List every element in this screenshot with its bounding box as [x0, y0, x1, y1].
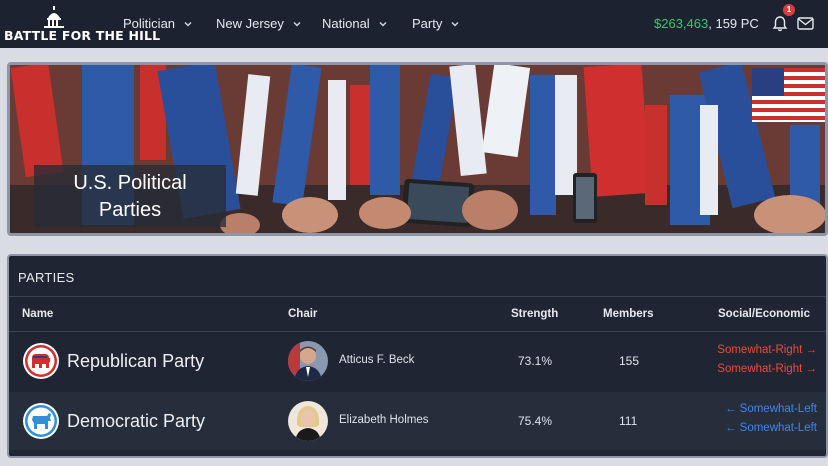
chair-avatar	[288, 401, 328, 441]
panel-header: PARTIES	[9, 256, 826, 297]
top-nav: BATTLE FOR THE HILL Politician New Jerse…	[0, 0, 828, 48]
table-row[interactable]: Republican Party Atticus F. Beck 73.1% 1…	[9, 332, 826, 390]
banner-title-line1: U.S. Political	[73, 172, 187, 194]
chair-name[interactable]: Elizabeth Holmes	[339, 414, 428, 426]
chevron-down-icon	[184, 21, 192, 27]
party-members: 155	[619, 354, 640, 368]
chair-portrait	[288, 341, 328, 381]
parties-panel: PARTIES Name Chair Strength Members Soci…	[7, 254, 828, 458]
party-strength: 75.4%	[518, 414, 553, 428]
bell-icon[interactable]	[772, 15, 788, 32]
party-logo	[23, 403, 59, 439]
chair-name[interactable]: Atticus F. Beck	[339, 354, 414, 366]
player-resources: $263,463, 159 PC	[654, 16, 759, 31]
party-members: 111	[619, 414, 638, 428]
column-header-strength: Strength	[511, 308, 559, 320]
nav-politician-label: Politician	[123, 16, 176, 31]
party-strength: 73.1%	[518, 354, 553, 368]
party-name[interactable]: Republican Party	[67, 351, 204, 372]
capitol-dome-icon	[44, 6, 64, 28]
column-header-name: Name	[22, 308, 54, 320]
chair-portrait	[288, 401, 328, 441]
nav-national-label: National	[322, 16, 370, 31]
site-logo[interactable]: BATTLE FOR THE HILL	[4, 6, 160, 44]
chevron-down-icon	[379, 21, 387, 27]
economic-lean: ← Somewhat-Left	[724, 422, 817, 434]
nav-new-jersey[interactable]: New Jersey	[216, 16, 302, 31]
chevron-down-icon	[451, 21, 459, 27]
column-header-social-economic: Social/Economic	[718, 308, 811, 320]
party-logo	[23, 343, 59, 379]
hero-banner: U.S. Political Parties	[7, 62, 828, 236]
cash-amount: $263,463	[654, 16, 709, 31]
panel-title: PARTIES	[18, 270, 75, 285]
nav-new-jersey-label: New Jersey	[216, 16, 284, 31]
table-row[interactable]: Democratic Party Elizabeth Holmes 75.4% …	[9, 392, 826, 450]
elephant-icon	[25, 345, 57, 377]
economic-lean: Somewhat-Right →	[717, 363, 817, 375]
donkey-icon	[25, 405, 57, 437]
political-capital: , 159 PC	[708, 16, 759, 31]
banner-title: U.S. Political Parties	[34, 165, 226, 227]
column-header-chair: Chair	[288, 308, 318, 320]
nav-national[interactable]: National	[322, 16, 388, 31]
party-name[interactable]: Democratic Party	[67, 411, 205, 432]
social-lean: Somewhat-Right →	[717, 344, 817, 356]
banner-title-line2: Parties	[98, 199, 162, 221]
nav-party-label: Party	[412, 16, 443, 31]
mail-icon[interactable]	[797, 17, 814, 30]
column-header-members: Members	[603, 308, 654, 320]
chair-avatar	[288, 341, 328, 381]
social-lean: ← Somewhat-Left	[724, 403, 817, 415]
notification-badge: 1	[783, 4, 795, 16]
nav-politician[interactable]: Politician	[123, 16, 193, 31]
chevron-down-icon	[293, 21, 301, 27]
nav-party[interactable]: Party	[412, 16, 460, 31]
